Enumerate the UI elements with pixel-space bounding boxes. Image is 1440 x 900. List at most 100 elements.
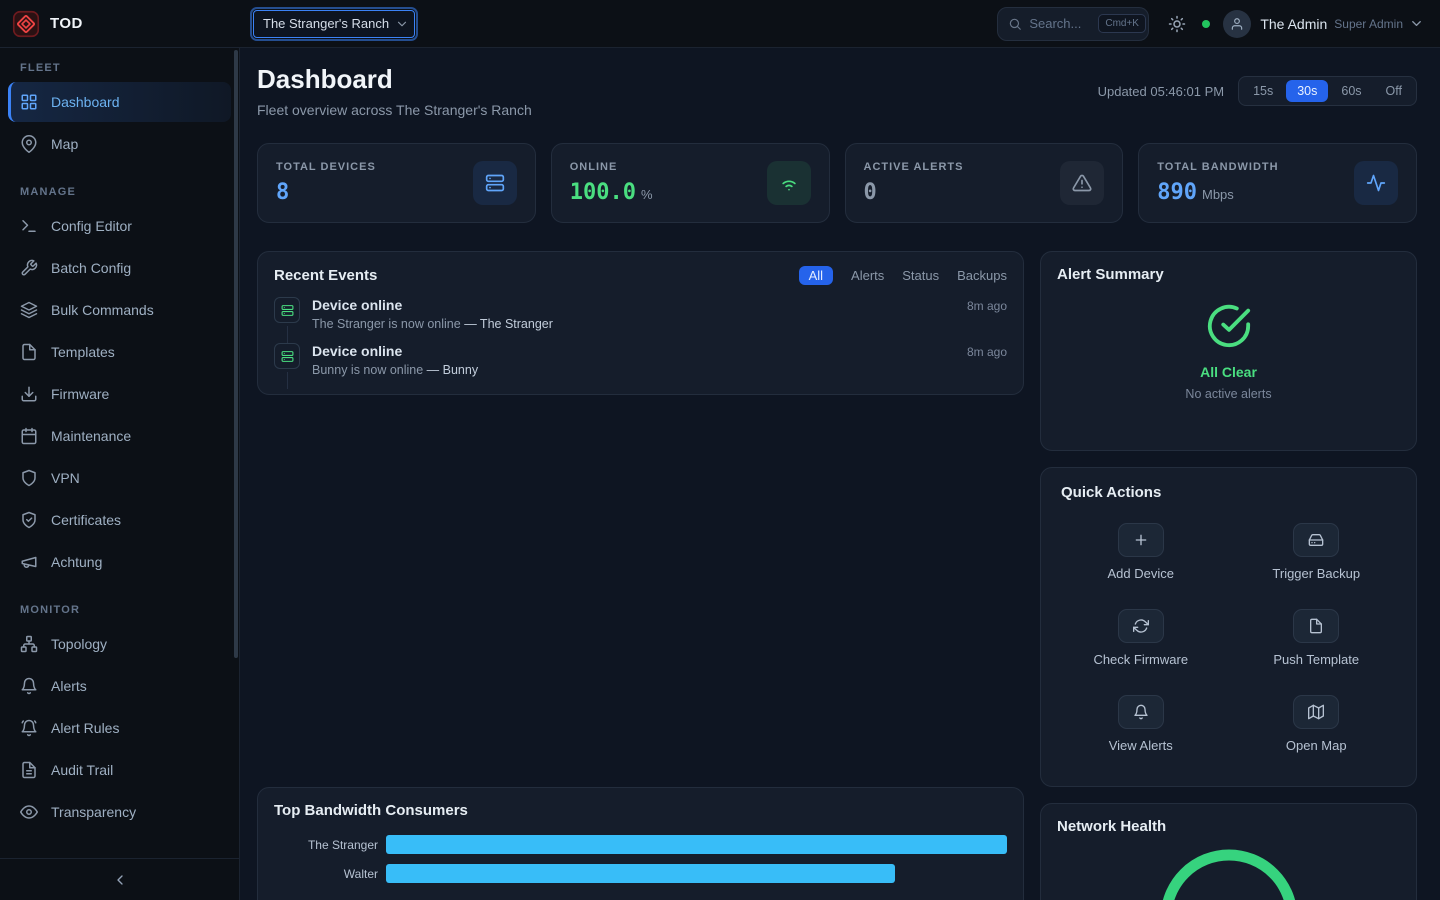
sidebar-item-label: Maintenance	[51, 428, 131, 444]
refresh-option-15s[interactable]: 15s	[1242, 80, 1284, 102]
terminal-icon	[20, 217, 38, 235]
event-detail: The Stranger is now online — The Strange…	[312, 317, 1007, 331]
quick-action-label: Push Template	[1273, 652, 1359, 667]
bandwidth-bars: The Stranger Walter	[274, 835, 1007, 883]
megaphone-icon	[20, 553, 38, 571]
quick-action-add-device[interactable]: Add Device	[1061, 523, 1221, 581]
sidebar-item-label: Dashboard	[51, 94, 120, 110]
bandwidth-device-label: The Stranger	[274, 838, 386, 852]
sidebar-item-dashboard[interactable]: Dashboard	[8, 82, 231, 122]
quick-action-check-firmware[interactable]: Check Firmware	[1061, 609, 1221, 667]
sidebar-item-label: Certificates	[51, 512, 121, 528]
sidebar-item-bulk-commands[interactable]: Bulk Commands	[8, 290, 231, 330]
sidebar-item-map[interactable]: Map	[8, 124, 231, 164]
event-list: Device online 8m ago The Stranger is now…	[274, 297, 1007, 389]
bell-ring-icon	[20, 719, 38, 737]
timeline-connector	[287, 372, 288, 389]
sidebar-item-audit-trail[interactable]: Audit Trail	[8, 750, 231, 790]
event-filter-all[interactable]: All	[799, 266, 833, 285]
sidebar-item-label: Batch Config	[51, 260, 131, 276]
user-menu-chevron-down-icon[interactable]	[1409, 16, 1424, 31]
sidebar-item-alert-rules[interactable]: Alert Rules	[8, 708, 231, 748]
search-box[interactable]: Cmd+K	[997, 7, 1149, 41]
event-filter-backups[interactable]: Backups	[957, 266, 1007, 285]
plus-icon	[1133, 532, 1149, 548]
sidebar-item-label: Topology	[51, 636, 107, 652]
sidebar-item-batch-config[interactable]: Batch Config	[8, 248, 231, 288]
file-text-icon	[20, 761, 38, 779]
file-icon	[20, 343, 38, 361]
event-filter-status[interactable]: Status	[902, 266, 939, 285]
download-icon	[20, 385, 38, 403]
sidebar-collapse-button[interactable]	[0, 858, 239, 900]
calendar-icon	[20, 427, 38, 445]
sidebar-item-certificates[interactable]: Certificates	[8, 500, 231, 540]
sidebar-item-vpn[interactable]: VPN	[8, 458, 231, 498]
search-shortcut-badge: Cmd+K	[1098, 14, 1146, 33]
sidebar-nav: FLEET Dashboard Map MANAGE Config Editor	[0, 48, 239, 858]
avatar[interactable]	[1223, 10, 1251, 38]
event-filters: All Alerts Status Backups	[799, 266, 1007, 285]
sidebar-item-label: Bulk Commands	[51, 302, 154, 318]
refresh-option-30s[interactable]: 30s	[1286, 80, 1328, 102]
stat-card-total-devices: TOTAL DEVICES 8	[257, 143, 536, 223]
page-header: Dashboard Fleet overview across The Stra…	[257, 64, 1417, 118]
user-name[interactable]: The Admin	[1260, 16, 1327, 32]
sidebar-section-manage: MANAGE	[20, 186, 239, 198]
refresh-option-60s[interactable]: 60s	[1330, 80, 1372, 102]
server-icon	[281, 304, 294, 317]
recent-events-card: Recent Events All Alerts Status Backups	[257, 251, 1024, 395]
network-health-card: Network Health	[1040, 803, 1417, 900]
bell-icon	[1133, 704, 1149, 720]
sidebar-item-firmware[interactable]: Firmware	[8, 374, 231, 414]
stat-value: 890	[1157, 180, 1197, 205]
theme-toggle-sun-icon[interactable]	[1168, 15, 1186, 33]
sidebar-item-templates[interactable]: Templates	[8, 332, 231, 372]
quick-action-open-map[interactable]: Open Map	[1237, 695, 1397, 753]
check-circle-icon	[1206, 303, 1252, 349]
event-title: Device online	[312, 343, 402, 359]
event-filter-alerts[interactable]: Alerts	[851, 266, 884, 285]
sidebar-scrollbar[interactable]	[234, 50, 238, 658]
alert-triangle-icon	[1072, 173, 1092, 193]
sidebar-item-label: VPN	[51, 470, 80, 486]
topology-icon	[20, 635, 38, 653]
quick-action-label: Add Device	[1108, 566, 1174, 581]
quick-action-trigger-backup[interactable]: Trigger Backup	[1237, 523, 1397, 581]
site-selector[interactable]: The Stranger's Ranch	[253, 10, 415, 38]
sidebar-item-achtung[interactable]: Achtung	[8, 542, 231, 582]
map-icon	[1308, 704, 1324, 720]
hard-drive-icon	[1308, 532, 1324, 548]
sidebar-item-label: Alert Rules	[51, 720, 119, 736]
refresh-option-off[interactable]: Off	[1375, 80, 1413, 102]
quick-actions-title: Quick Actions	[1061, 484, 1396, 501]
sidebar-item-topology[interactable]: Topology	[8, 624, 231, 664]
quick-action-push-template[interactable]: Push Template	[1237, 609, 1397, 667]
quick-action-label: View Alerts	[1109, 738, 1173, 753]
stat-label: ACTIVE ALERTS	[864, 161, 964, 173]
sidebar-item-transparency[interactable]: Transparency	[8, 792, 231, 832]
sidebar-item-label: Templates	[51, 344, 115, 360]
event-detail: Bunny is now online — Bunny	[312, 363, 1007, 377]
wrench-icon	[20, 259, 38, 277]
event-row[interactable]: Device online 8m ago The Stranger is now…	[274, 297, 1007, 343]
event-row[interactable]: Device online 8m ago Bunny is now online…	[274, 343, 1007, 389]
page-title: Dashboard	[257, 64, 532, 95]
updated-timestamp: Updated 05:46:01 PM	[1098, 84, 1224, 99]
stat-card-online: ONLINE 100.0 %	[551, 143, 830, 223]
search-icon	[1008, 17, 1022, 31]
site-selector-wrap: The Stranger's Ranch	[253, 10, 415, 38]
bandwidth-row: The Stranger	[274, 835, 1007, 854]
brand: TOD	[0, 10, 240, 38]
search-input[interactable]	[1029, 16, 1091, 31]
stat-cards-row: TOTAL DEVICES 8 ONLINE 100.0 %	[257, 143, 1417, 223]
chevron-left-icon	[112, 872, 128, 888]
quick-action-view-alerts[interactable]: View Alerts	[1061, 695, 1221, 753]
sidebar-item-alerts[interactable]: Alerts	[8, 666, 231, 706]
sidebar-item-label: Transparency	[51, 804, 136, 820]
sidebar-item-config-editor[interactable]: Config Editor	[8, 206, 231, 246]
event-title: Device online	[312, 297, 402, 313]
server-icon	[485, 173, 505, 193]
sidebar-item-maintenance[interactable]: Maintenance	[8, 416, 231, 456]
top-bandwidth-card: Top Bandwidth Consumers The Stranger Wal…	[257, 787, 1024, 900]
